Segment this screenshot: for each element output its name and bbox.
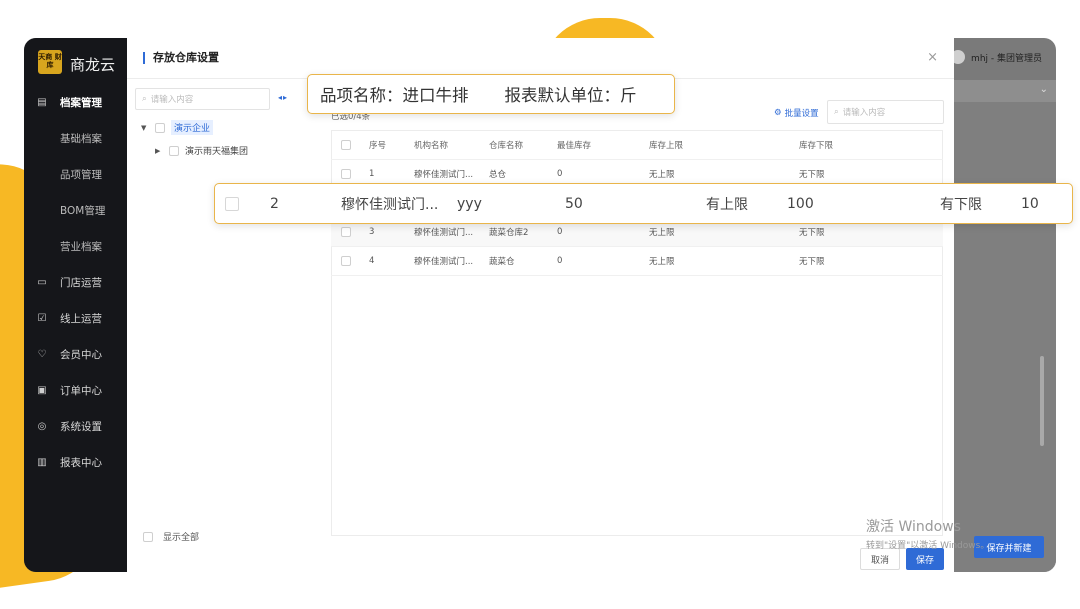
sidebar-item-label: 订单中心 [60,384,102,397]
caret-down-icon[interactable]: ▼ [141,124,149,132]
search-icon: ⌕ [142,94,147,104]
show-all-checkbox[interactable] [143,531,153,542]
windows-activation-watermark: 激活 Windows 转到"设置"以激活 Windows。 [866,516,989,551]
tree-node-label: 演示雨天福集团 [185,147,249,157]
row-best-stock: 0 [557,256,563,266]
online-icon: ☑ [37,312,47,324]
sidebar-item-order-center[interactable]: ▣ 订单中心 [24,372,128,408]
scrollbar[interactable] [1040,356,1044,446]
member-icon: ♡ [37,348,47,360]
show-all-toggle[interactable]: 显示全部 [143,530,199,543]
watermark-line2: 转到"设置"以激活 Windows。 [866,541,990,551]
modal-footer: 取消 保存 [859,548,944,570]
row-min-stock[interactable]: 无下限 [799,247,825,275]
chevron-down-icon[interactable]: ⌄ [1040,84,1048,95]
sidebar-item-label: 报表中心 [60,456,102,469]
cancel-button[interactable]: 取消 [859,548,900,570]
modal-title: 存放仓库设置 [143,52,219,64]
logo-text: 商龙云 [70,56,116,74]
sidebar-item-bom[interactable]: BOM管理 [24,192,128,228]
tree-search-placeholder: 请输入内容 [150,95,194,105]
sidebar-item-label: 基础档案 [60,132,102,145]
batch-set-button[interactable]: ⚙ 批量设置 [774,107,819,119]
column-header-min-stock: 库存下限 [799,141,834,151]
sidebar-item-label: 门店运营 [60,276,102,289]
row-max-stock-value[interactable]: 100 [787,184,814,223]
sidebar-item-member-center[interactable]: ♡ 会员中心 [24,336,128,372]
row-max-stock[interactable]: 无上限 [649,247,675,275]
column-header-warehouse: 仓库名称 [489,141,524,151]
user-name: mhj - 集团管理员 [971,53,1042,64]
row-max-stock-mode[interactable]: 有上限 [706,184,748,223]
tree-checkbox[interactable] [155,122,165,133]
archive-icon: ▤ [37,96,47,108]
caret-right-icon[interactable]: ▶ [155,147,163,155]
sidebar-item-label: 系统设置 [60,420,102,433]
row-warehouse: yyy [457,195,482,212]
row-no: 2 [270,195,279,212]
show-all-label: 显示全部 [163,533,200,543]
sidebar: 天商 财库 商龙云 ▤ 档案管理 基础档案 品项管理 BOM管理 营业档案 ▭ … [24,38,128,572]
close-icon[interactable]: × [927,50,938,65]
report-default-unit: 报表默认单位：斤 [504,86,637,105]
sidebar-item-online-ops[interactable]: ☑ 线上运营 [24,300,128,336]
row-org: 穆怀佳测试门... [414,257,474,267]
column-header-org: 机构名称 [414,141,449,151]
row-best-stock[interactable]: 50 [565,184,583,223]
row-checkbox[interactable] [225,184,239,223]
sidebar-item-report-center[interactable]: ▥ 报表中心 [24,444,128,480]
column-header-max-stock: 库存上限 [649,141,684,151]
user-menu[interactable]: mhj - 集团管理员 [951,50,1042,64]
gear-icon: ⚙ [774,108,782,118]
background-panel [954,80,1056,572]
sidebar-item-archive[interactable]: ▤ 档案管理 [24,84,128,120]
store-icon: ▭ [37,276,47,288]
table-search-placeholder: 请输入内容 [842,108,886,118]
sidebar-item-business-archive[interactable]: 营业档案 [24,228,128,264]
sidebar-item-store-ops[interactable]: ▭ 门店运营 [24,264,128,300]
settings-icon: ◎ [37,420,47,432]
sidebar-item-label: 品项管理 [60,168,102,181]
tree-node-demo-group[interactable]: ▶ 演示雨天福集团 [155,144,248,157]
sidebar-item-system-settings[interactable]: ◎ 系统设置 [24,408,128,444]
row-min-stock-value[interactable]: 10 [1021,184,1039,223]
tree-node-demo-company[interactable]: ▼ 演示企业 [141,120,214,135]
order-icon: ▣ [37,384,47,396]
sidebar-item-label: BOM管理 [60,204,106,217]
logo-icon: 天商 财库 [38,50,62,74]
product-name: 品项名称：进口牛排 [320,86,469,105]
report-icon: ▥ [37,456,47,468]
tree-search-input[interactable]: ⌕ 请输入内容 [135,88,270,110]
sidebar-item-label: 档案管理 [60,96,102,109]
expand-collapse-icon[interactable]: ◂▸ [278,93,288,102]
warehouse-settings-modal: 存放仓库设置 × ⌕ 请输入内容 ◂▸ ▼ 演示企业 ▶ 演示雨天福集团 显示全… [127,38,954,572]
sidebar-item-label: 会员中心 [60,348,102,361]
product-info-callout: 品项名称：进口牛排 报表默认单位：斤 [307,74,675,114]
sidebar-item-basic-archive[interactable]: 基础档案 [24,120,128,156]
column-header-best-stock: 最佳库存 [557,141,592,151]
sidebar-item-product-manage[interactable]: 品项管理 [24,156,128,192]
select-all-checkbox[interactable] [341,131,351,159]
row-checkbox[interactable] [341,247,351,275]
row-no: 4 [369,256,375,266]
tree-checkbox[interactable] [169,145,179,156]
table-search-input[interactable]: ⌕ 请输入内容 [827,100,944,124]
row-warehouse: 蔬菜仓 [489,257,515,267]
sidebar-item-label: 营业档案 [60,240,102,253]
table-header: 序号 机构名称 仓库名称 最佳库存 库存上限 库存下限 [331,131,943,160]
highlighted-row-callout[interactable]: 2 穆怀佳测试门... yyy 50 有上限 100 有下限 10 [214,183,1073,224]
batch-set-label: 批量设置 [784,109,819,119]
save-button[interactable]: 保存 [905,548,944,570]
tree-node-label: 演示企业 [171,120,214,135]
row-min-stock-mode[interactable]: 有下限 [940,184,982,223]
watermark-line1: 激活 Windows [866,519,961,535]
row-org: 穆怀佳测试门... [341,196,439,213]
table-row[interactable]: 4 穆怀佳测试门... 蔬菜仓 0 无上限 无下限 [331,247,943,276]
sidebar-item-label: 线上运营 [60,312,102,325]
search-icon: ⌕ [834,107,839,117]
sidebar-nav: ▤ 档案管理 基础档案 品项管理 BOM管理 营业档案 ▭ 门店运营 ☑ 线上运… [24,84,128,480]
column-header-no: 序号 [369,141,387,151]
